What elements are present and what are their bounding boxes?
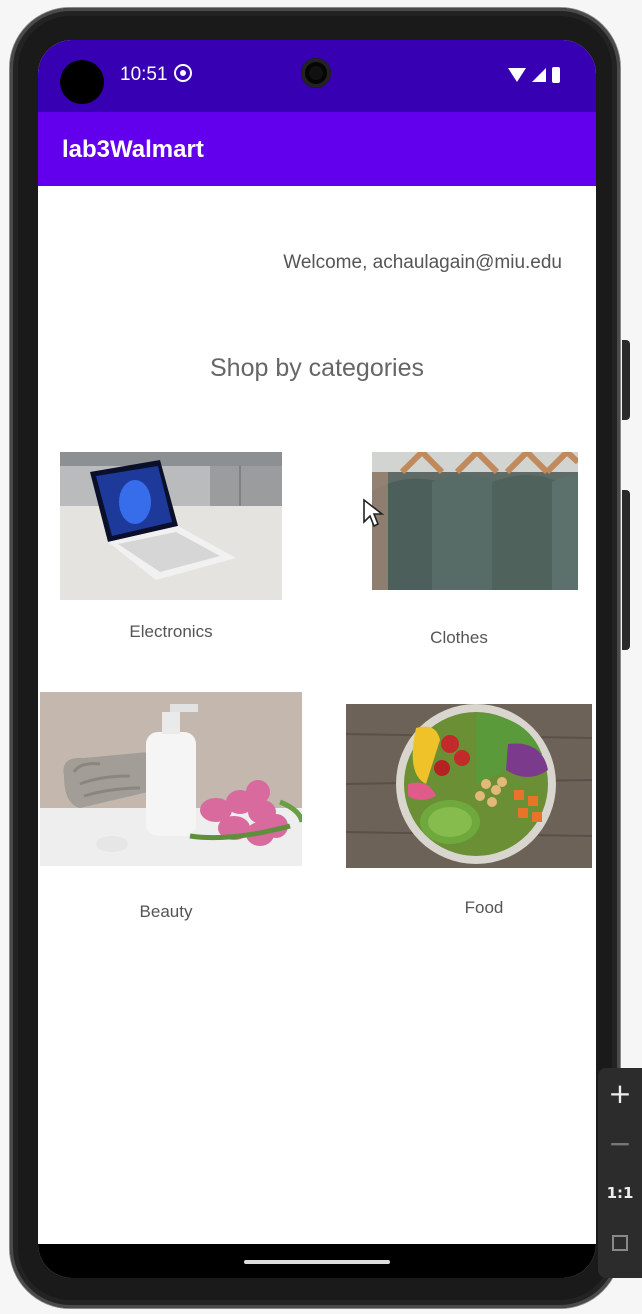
phone-screen: 10:51 lab3Walmart Welcome, achaulagain@m… bbox=[38, 40, 596, 1278]
settings-icon bbox=[174, 64, 192, 82]
electronics-label[interactable]: Electronics bbox=[60, 622, 282, 642]
camera-cutout bbox=[60, 60, 104, 104]
fit-screen-icon bbox=[612, 1235, 628, 1251]
electronics-image[interactable] bbox=[60, 452, 282, 600]
app-bar: lab3Walmart bbox=[38, 112, 596, 186]
front-camera bbox=[301, 58, 331, 88]
emulator-zoom-panel: + − 1:1 bbox=[598, 1068, 642, 1278]
categories-heading: Shop by categories bbox=[209, 354, 425, 382]
beauty-image[interactable] bbox=[40, 692, 302, 866]
beauty-products-image bbox=[40, 692, 302, 866]
status-time: 10:51 bbox=[120, 64, 168, 85]
status-bar: 10:51 bbox=[38, 40, 596, 112]
app-title: lab3Walmart bbox=[62, 136, 204, 163]
food-image[interactable] bbox=[346, 704, 592, 868]
power-button bbox=[622, 340, 630, 420]
status-icons bbox=[508, 66, 560, 84]
food-label[interactable]: Food bbox=[346, 898, 596, 918]
signal-icon bbox=[532, 68, 546, 82]
laptop-image bbox=[60, 452, 282, 600]
mouse-cursor-icon bbox=[363, 498, 384, 528]
clothes-label[interactable]: Clothes bbox=[372, 628, 546, 648]
clothes-image[interactable] bbox=[372, 452, 578, 590]
beauty-label[interactable]: Beauty bbox=[40, 902, 292, 922]
battery-icon bbox=[552, 67, 560, 83]
welcome-text: Welcome, achaulagain@miu.edu bbox=[283, 252, 562, 273]
home-gesture-handle[interactable] bbox=[244, 1260, 390, 1264]
actual-size-button[interactable]: 1:1 bbox=[598, 1168, 642, 1218]
navigation-bar bbox=[38, 1244, 596, 1278]
fit-screen-button[interactable] bbox=[598, 1218, 642, 1268]
zoom-out-button[interactable]: − bbox=[598, 1118, 642, 1168]
zoom-in-button[interactable]: + bbox=[598, 1068, 642, 1118]
wifi-icon bbox=[508, 68, 526, 82]
shirts-on-hangers-image bbox=[372, 452, 578, 590]
salad-bowl-image bbox=[346, 704, 592, 868]
volume-button bbox=[622, 490, 630, 650]
